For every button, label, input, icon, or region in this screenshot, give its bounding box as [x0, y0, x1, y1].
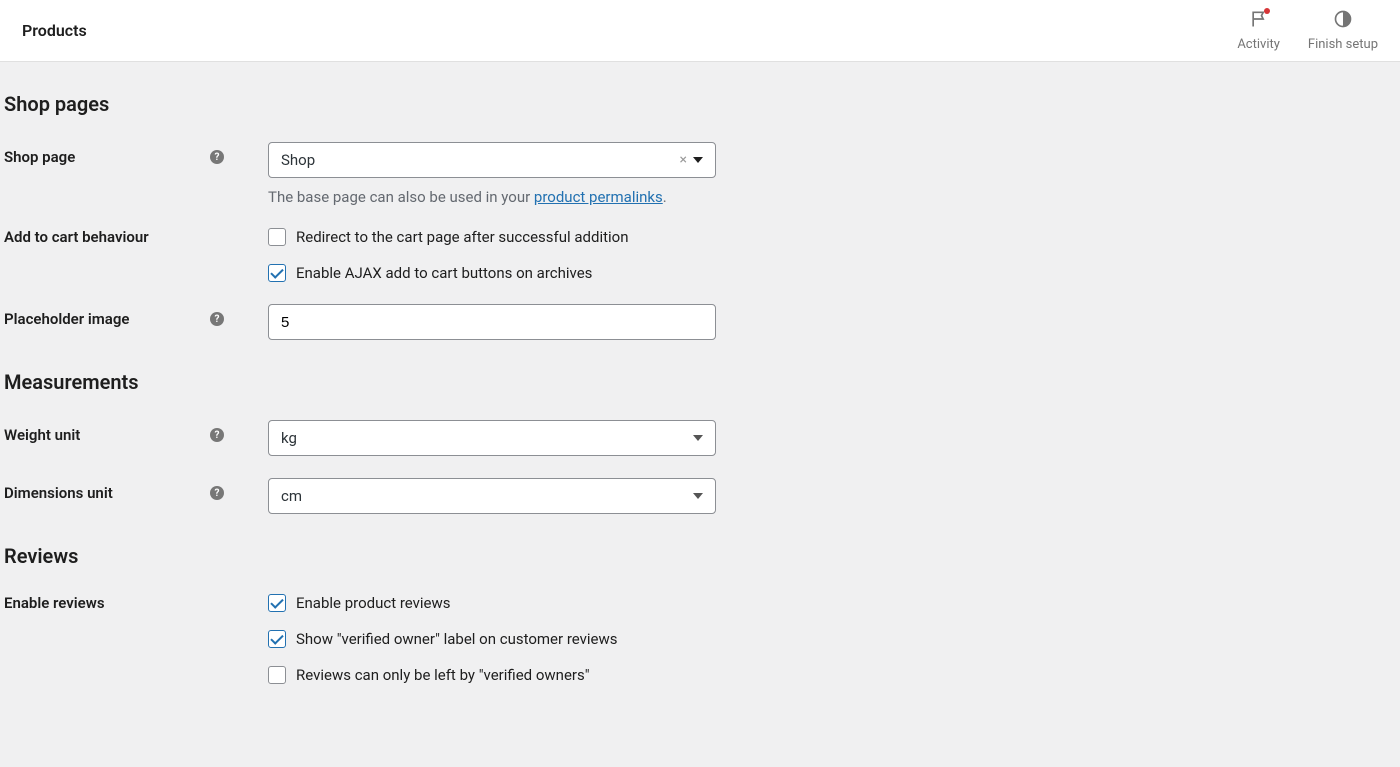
dimensions-unit-select[interactable]: cm — [268, 478, 716, 514]
row-add-to-cart: Add to cart behaviour Redirect to the ca… — [4, 228, 1396, 282]
row-weight-unit: Weight unit ? kg — [4, 420, 1396, 456]
shop-page-label-group: Shop page ? — [4, 142, 238, 166]
chevron-down-icon — [693, 493, 703, 499]
shop-page-label: Shop page — [4, 148, 75, 166]
row-placeholder-image: Placeholder image ? — [4, 304, 1396, 340]
dimensions-unit-value: cm — [281, 487, 302, 505]
dimensions-unit-label: Dimensions unit — [4, 484, 113, 502]
verified-only-checkbox[interactable] — [268, 666, 286, 684]
verified-only-row[interactable]: Reviews can only be left by "verified ow… — [268, 666, 618, 684]
weight-unit-label-group: Weight unit ? — [4, 420, 238, 444]
row-dimensions-unit: Dimensions unit ? cm — [4, 478, 1396, 514]
placeholder-control — [268, 304, 716, 340]
ajax-checkbox-row[interactable]: Enable AJAX add to cart buttons on archi… — [268, 264, 629, 282]
enable-product-reviews-label: Enable product reviews — [296, 594, 451, 612]
dimensions-control-col: cm — [238, 478, 716, 514]
dimensions-unit-label-group: Dimensions unit ? — [4, 478, 238, 502]
placeholder-image-input[interactable] — [281, 314, 703, 331]
topbar-actions: Activity Finish setup — [1237, 9, 1378, 52]
shop-page-control-col: Shop × The base page can also be used in… — [238, 142, 716, 206]
notification-dot-icon — [1264, 8, 1270, 14]
ajax-label: Enable AJAX add to cart buttons on archi… — [296, 264, 592, 282]
enable-reviews-label: Enable reviews — [4, 594, 105, 612]
redirect-checkbox[interactable] — [268, 228, 286, 246]
help-icon[interactable]: ? — [210, 312, 224, 326]
add-to-cart-label: Add to cart behaviour — [4, 228, 149, 246]
verified-owner-label-row[interactable]: Show "verified owner" label on customer … — [268, 630, 618, 648]
enable-product-reviews-checkbox[interactable] — [268, 594, 286, 612]
placeholder-control-col — [238, 304, 716, 340]
redirect-label: Redirect to the cart page after successf… — [296, 228, 629, 246]
dimensions-control: cm — [268, 478, 716, 514]
finish-setup-label: Finish setup — [1308, 37, 1378, 52]
row-enable-reviews: Enable reviews Enable product reviews Sh… — [4, 594, 1396, 684]
help-icon[interactable]: ? — [210, 486, 224, 500]
shop-page-control: Shop × The base page can also be used in… — [268, 142, 716, 206]
settings-content: Shop pages Shop page ? Shop × The base p… — [0, 62, 1400, 746]
verified-only-label: Reviews can only be left by "verified ow… — [296, 666, 590, 684]
placeholder-image-label-group: Placeholder image ? — [4, 304, 238, 328]
weight-unit-select[interactable]: kg — [268, 420, 716, 456]
section-reviews: Reviews — [4, 544, 1396, 568]
chevron-down-icon — [693, 435, 703, 441]
topbar: Products Activity Finish setup — [0, 0, 1400, 62]
chevron-down-icon[interactable] — [693, 157, 703, 163]
weight-unit-value: kg — [281, 429, 297, 447]
hint-suffix: . — [663, 188, 667, 206]
help-icon[interactable]: ? — [210, 428, 224, 442]
ajax-checkbox[interactable] — [268, 264, 286, 282]
placeholder-image-label: Placeholder image — [4, 310, 129, 328]
enable-reviews-controls: Enable product reviews Show "verified ow… — [238, 594, 618, 684]
redirect-checkbox-row[interactable]: Redirect to the cart page after successf… — [268, 228, 629, 246]
activity-label: Activity — [1237, 37, 1280, 52]
help-icon[interactable]: ? — [210, 150, 224, 164]
weight-control: kg — [268, 420, 716, 456]
circle-half-icon — [1333, 9, 1353, 33]
select-actions: × — [680, 152, 703, 168]
row-shop-page: Shop page ? Shop × The base page can als… — [4, 142, 1396, 206]
section-measurements: Measurements — [4, 370, 1396, 394]
shop-page-value: Shop — [281, 151, 315, 169]
weight-control-col: kg — [238, 420, 716, 456]
verified-owner-label-text: Show "verified owner" label on customer … — [296, 630, 618, 648]
shop-page-select[interactable]: Shop × — [268, 142, 716, 178]
section-shop-pages: Shop pages — [4, 92, 1396, 116]
placeholder-image-input-wrapper — [268, 304, 716, 340]
clear-icon[interactable]: × — [680, 152, 687, 168]
weight-unit-label: Weight unit — [4, 426, 80, 444]
flag-icon — [1249, 9, 1269, 33]
page-title: Products — [22, 21, 87, 40]
add-to-cart-controls: Redirect to the cart page after successf… — [238, 228, 629, 282]
product-permalinks-link[interactable]: product permalinks — [534, 188, 663, 206]
finish-setup-button[interactable]: Finish setup — [1308, 9, 1378, 52]
activity-button[interactable]: Activity — [1237, 9, 1280, 52]
shop-page-hint: The base page can also be used in your p… — [268, 188, 716, 206]
verified-owner-label-checkbox[interactable] — [268, 630, 286, 648]
add-to-cart-label-group: Add to cart behaviour — [4, 228, 238, 246]
hint-prefix: The base page can also be used in your — [268, 188, 534, 206]
enable-product-reviews-row[interactable]: Enable product reviews — [268, 594, 618, 612]
enable-reviews-label-group: Enable reviews — [4, 594, 238, 612]
